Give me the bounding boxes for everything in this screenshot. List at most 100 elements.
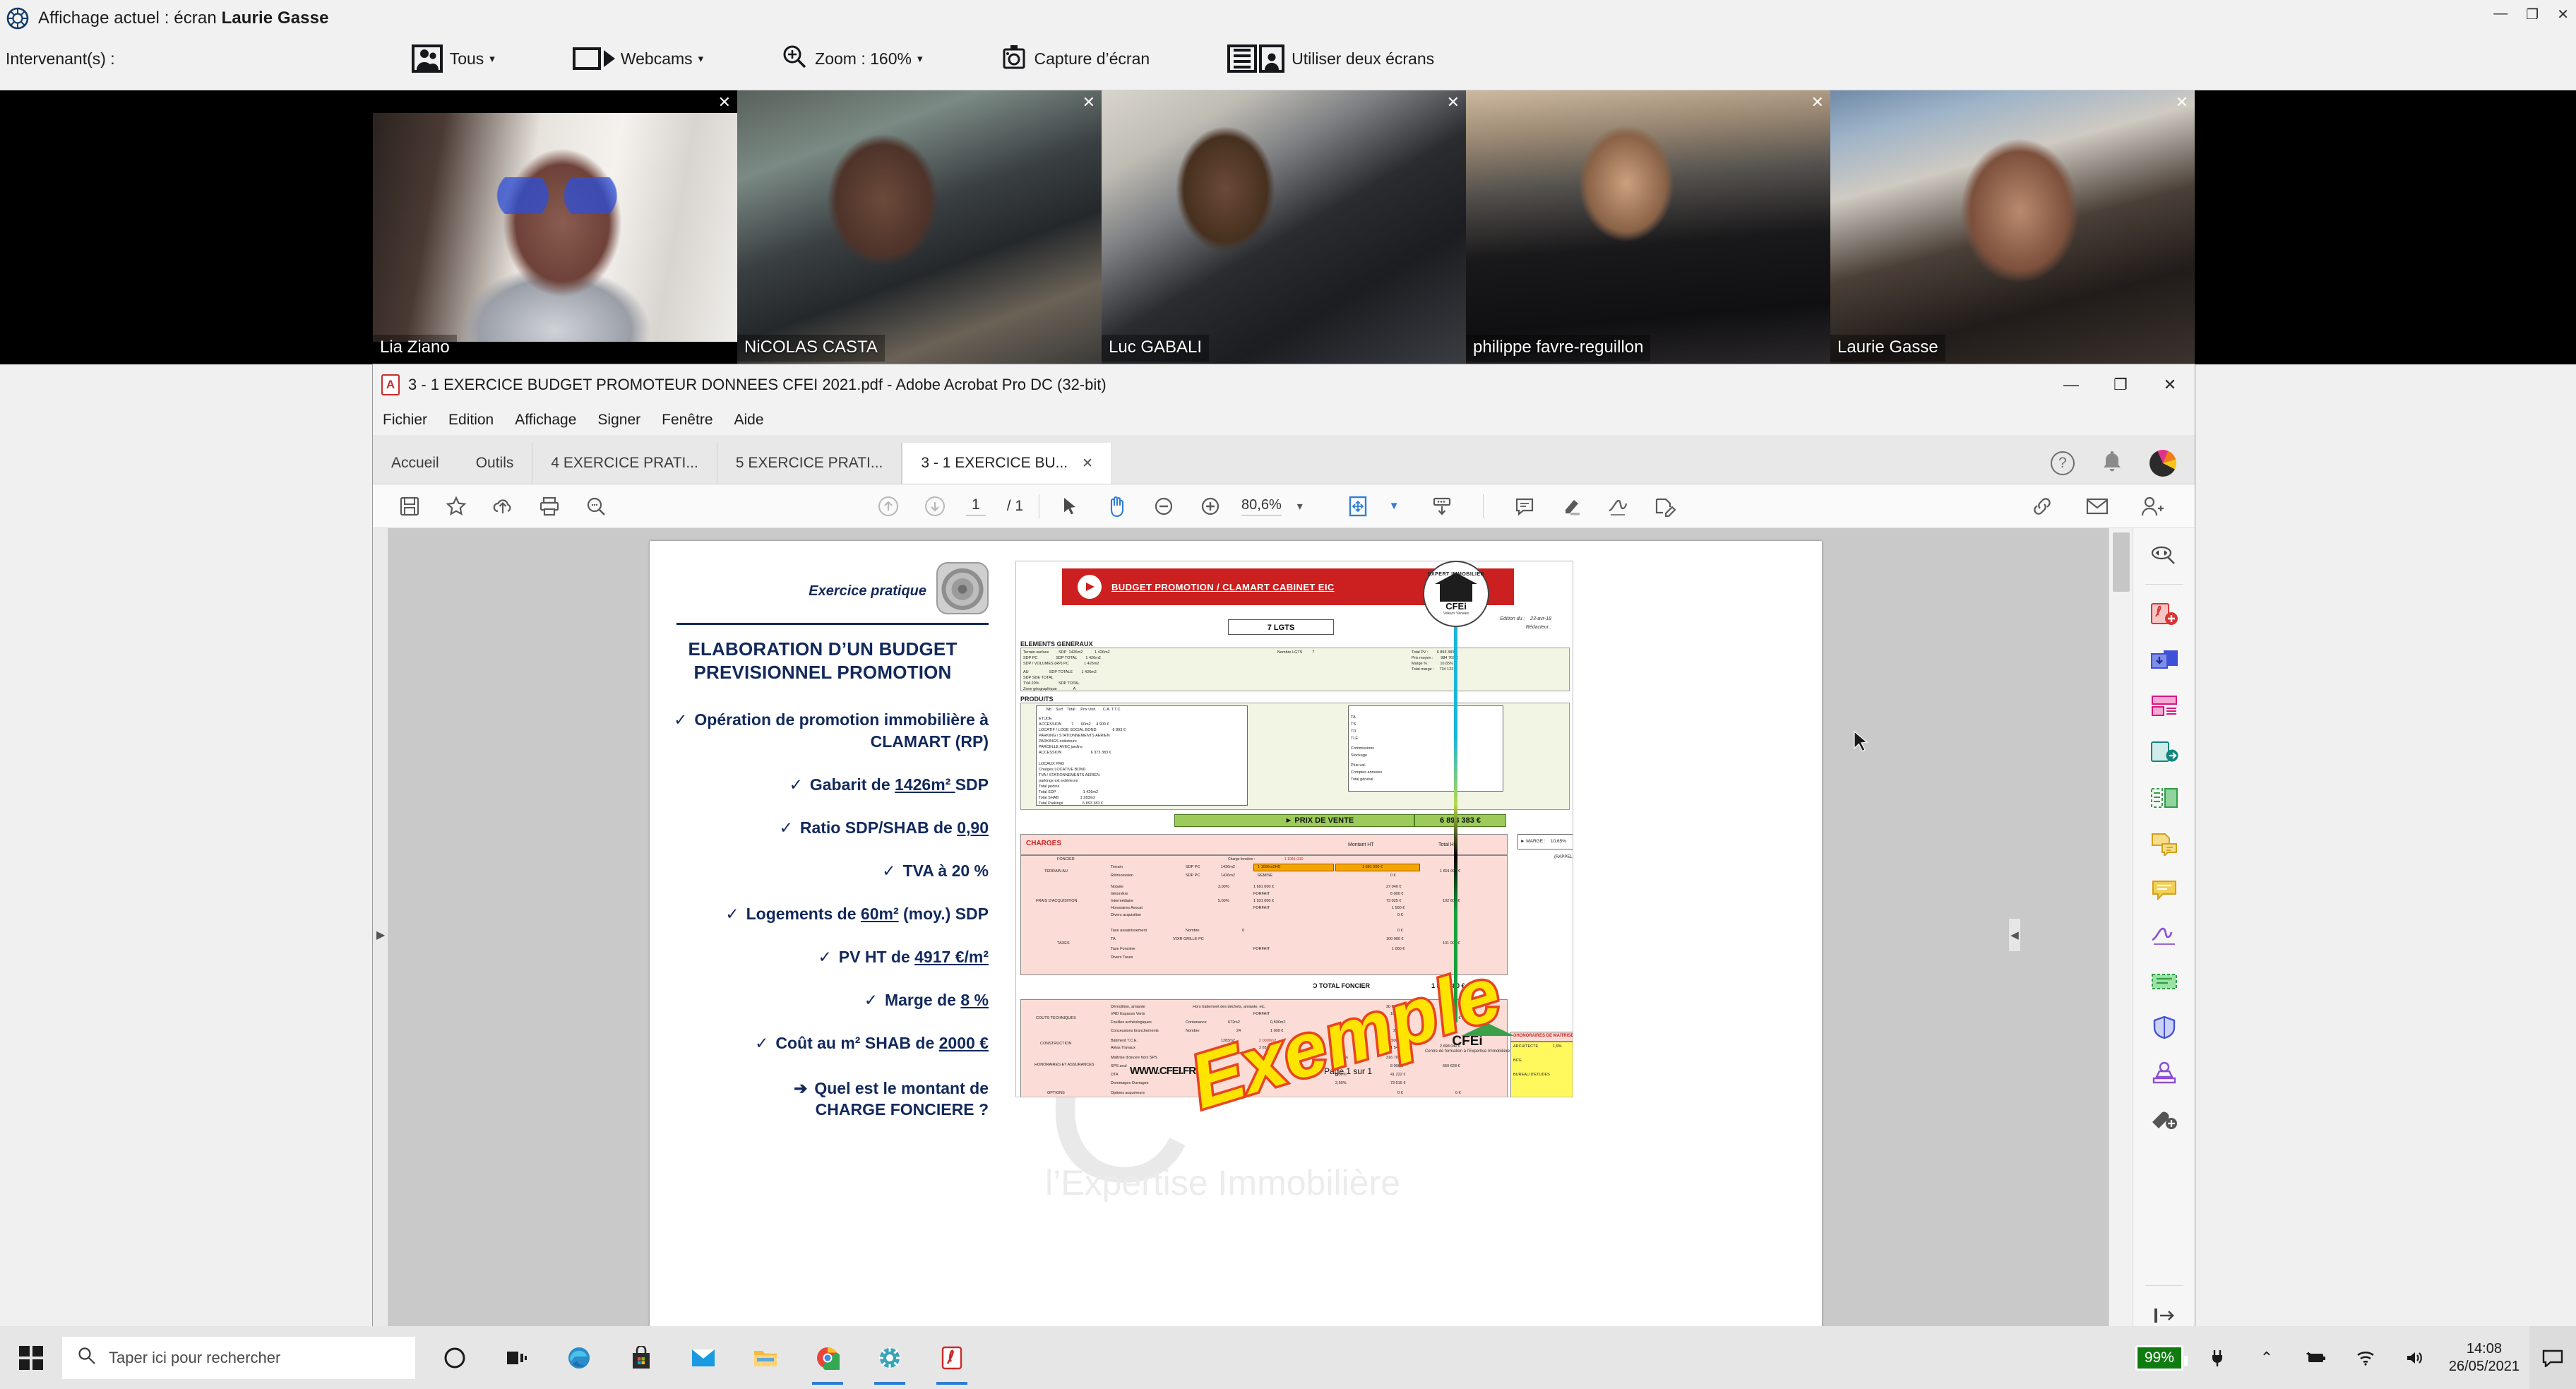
vc-window-controls[interactable]: — ❐ ✕: [2493, 6, 2569, 23]
fill-and-sign-icon[interactable]: [2145, 919, 2184, 952]
page-up-button[interactable]: [873, 491, 904, 522]
clock[interactable]: 14:08 26/05/2021: [2449, 1340, 2520, 1376]
action-center-button[interactable]: [2529, 1326, 2576, 1389]
menu-item-signer[interactable]: Signer: [597, 412, 640, 429]
panel-resize-grip[interactable]: ◀: [2008, 918, 2021, 952]
chrome-icon[interactable]: [809, 1337, 846, 1385]
pdf-page-area[interactable]: C l’Expertise Immobilière Exercice prati…: [388, 528, 2109, 1342]
search-input[interactable]: Taper ici pour rechercher: [62, 1336, 415, 1379]
comment-page-icon[interactable]: [2145, 828, 2184, 860]
add-person-icon[interactable]: [2137, 491, 2168, 522]
close-icon[interactable]: ✕: [1083, 95, 1095, 110]
settings-icon[interactable]: [871, 1337, 908, 1385]
zoom-value-label[interactable]: 80,6%: [1241, 497, 1282, 515]
scroll-mode-icon[interactable]: [1426, 491, 1457, 522]
close-icon[interactable]: ✕: [1447, 95, 1460, 110]
cortana-icon[interactable]: [436, 1337, 473, 1379]
bell-icon[interactable]: [2101, 450, 2123, 477]
screenshot-button[interactable]: Capture d’écran: [1001, 39, 1150, 78]
upload-cloud-icon[interactable]: [487, 491, 518, 522]
vc-maximize-button[interactable]: ❐: [2526, 6, 2539, 23]
chevron-down-icon[interactable]: ▾: [917, 52, 923, 65]
create-pdf-icon[interactable]: [2145, 598, 2184, 631]
protect-icon[interactable]: [2145, 1011, 2184, 1044]
close-icon[interactable]: ✕: [2176, 95, 2188, 110]
battery-icon[interactable]: [2301, 1342, 2332, 1373]
acrobat-minimize-button[interactable]: —: [2046, 364, 2096, 405]
stamp-icon[interactable]: [2145, 1057, 2184, 1090]
tab-outils[interactable]: Outils: [457, 443, 533, 484]
zoom-search-icon[interactable]: [580, 491, 612, 522]
tab-exercice-5[interactable]: 5 EXERCICE PRATI...: [717, 443, 902, 484]
close-icon[interactable]: ✕: [1811, 95, 1824, 110]
menu-item-aide[interactable]: Aide: [734, 412, 764, 429]
speakers-all-button[interactable]: Tous ▾: [411, 39, 495, 78]
account-avatar[interactable]: [2149, 450, 2176, 477]
more-tools-icon[interactable]: [2145, 1103, 2184, 1135]
acrobat-close-button[interactable]: ✕: [2145, 364, 2195, 405]
webcam-tile[interactable]: ✕ Laurie Gasse: [1830, 90, 2195, 364]
microsoft-store-icon[interactable]: [623, 1337, 660, 1379]
plug-icon[interactable]: [2202, 1342, 2233, 1373]
redact-icon[interactable]: [2145, 965, 2184, 998]
zoom-in-button[interactable]: [1195, 491, 1226, 522]
help-icon[interactable]: ?: [2051, 451, 2075, 475]
wifi-icon[interactable]: [2350, 1342, 2381, 1373]
volume-icon[interactable]: [2399, 1342, 2431, 1373]
acrobat-title-bar[interactable]: A 3 - 1 EXERCICE BUDGET PROMOTEUR DONNEE…: [373, 364, 2195, 405]
chevron-up-icon[interactable]: ⌃: [2251, 1342, 2282, 1373]
acrobat-icon[interactable]: [934, 1337, 970, 1385]
battery-percent-badge[interactable]: 99%: [2135, 1345, 2188, 1371]
print-icon[interactable]: [534, 491, 565, 522]
tab-exercice-3-1[interactable]: 3 - 1 EXERCICE BU... ✕: [902, 443, 1113, 484]
zoom-out-button[interactable]: [1148, 491, 1179, 522]
page-down-button[interactable]: [919, 491, 950, 522]
vertical-scrollbar[interactable]: [2109, 528, 2133, 1342]
task-view-icon[interactable]: [499, 1337, 535, 1379]
webcams-button[interactable]: Webcams ▾: [572, 39, 704, 78]
save-icon[interactable]: [394, 491, 425, 522]
navigation-pane-toggle[interactable]: ▶: [373, 528, 388, 1342]
tab-accueil[interactable]: Accueil: [373, 443, 458, 484]
vc-close-button[interactable]: ✕: [2557, 6, 2569, 23]
search-text-icon[interactable]: [2145, 538, 2184, 571]
menu-item-fenetre[interactable]: Fenêtre: [662, 412, 712, 429]
dual-screen-button[interactable]: Utiliser deux écrans: [1227, 39, 1434, 78]
close-icon[interactable]: ✕: [718, 95, 731, 110]
zoom-level-button[interactable]: Zoom : 160% ▾: [781, 39, 923, 78]
mail-icon[interactable]: [685, 1337, 722, 1379]
fit-page-icon[interactable]: [1342, 491, 1373, 522]
menu-item-edition[interactable]: Edition: [448, 412, 494, 429]
vc-minimize-button[interactable]: —: [2493, 6, 2508, 23]
export-pdf-icon[interactable]: [2145, 736, 2184, 768]
highlight-icon[interactable]: [1556, 491, 1587, 522]
hand-icon[interactable]: [1102, 491, 1133, 522]
menu-item-affichage[interactable]: Affichage: [515, 412, 576, 429]
edge-icon[interactable]: [561, 1337, 597, 1379]
edit-pdf-icon[interactable]: [1649, 491, 1680, 522]
sign-icon[interactable]: [1602, 491, 1633, 522]
organize-pages-icon[interactable]: [2145, 690, 2184, 722]
star-icon[interactable]: [441, 491, 472, 522]
webcam-tile[interactable]: ✕ Lia Ziano: [373, 90, 737, 364]
file-explorer-icon[interactable]: [747, 1337, 784, 1379]
zoom-caret-icon[interactable]: ▾: [1297, 499, 1303, 513]
tab-close-icon[interactable]: ✕: [1082, 455, 1093, 472]
scrollbar-thumb[interactable]: [2113, 532, 2130, 592]
edit-pdf-icon[interactable]: [2145, 782, 2184, 814]
cursor-icon[interactable]: [1055, 491, 1086, 522]
chevron-down-icon[interactable]: ▾: [698, 52, 704, 65]
chevron-down-icon[interactable]: ▼: [1389, 500, 1400, 512]
tab-exercice-4[interactable]: 4 EXERCICE PRATI...: [532, 443, 717, 484]
acrobat-window-controls[interactable]: — ❐ ✕: [2046, 364, 2195, 405]
webcam-tile[interactable]: ✕ Luc GABALI: [1102, 90, 1466, 364]
page-number-input[interactable]: 1: [966, 496, 986, 515]
acrobat-maximize-button[interactable]: ❐: [2096, 364, 2145, 405]
start-button[interactable]: [0, 1326, 62, 1389]
webcam-tile[interactable]: ✕ philippe favre-reguillon: [1466, 90, 1830, 364]
chevron-right-icon[interactable]: ▶: [376, 928, 385, 942]
menu-item-fichier[interactable]: Fichier: [383, 412, 427, 429]
chevron-down-icon[interactable]: ▾: [489, 52, 495, 65]
share-link-icon[interactable]: [2027, 491, 2058, 522]
comment-bubble-icon[interactable]: [2145, 874, 2184, 906]
